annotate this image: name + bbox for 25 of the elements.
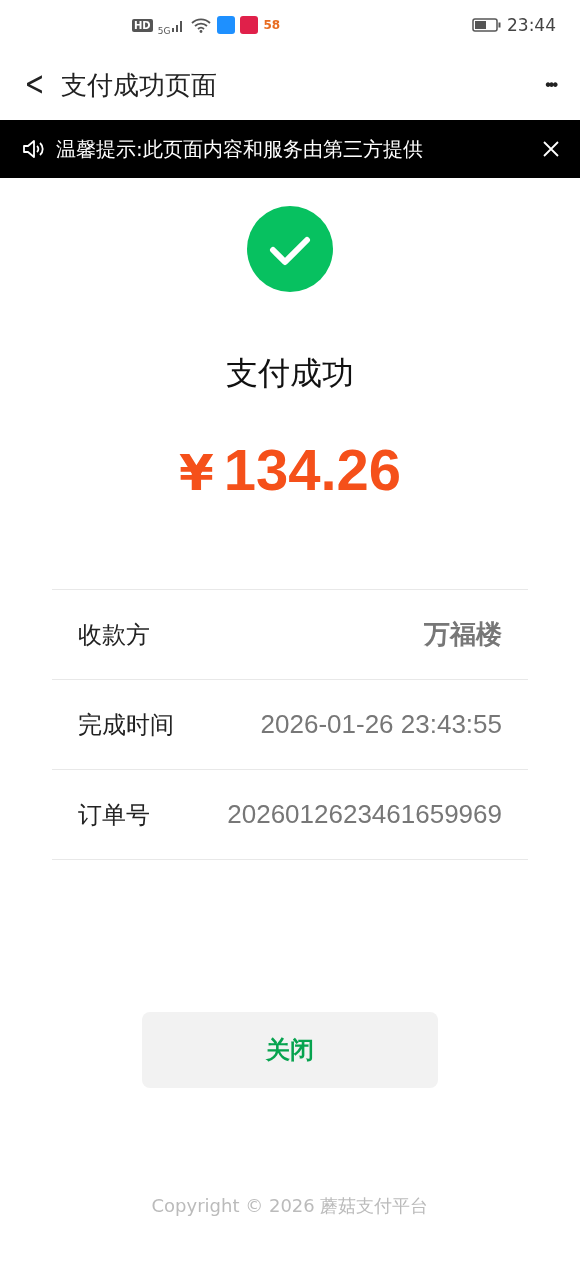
back-button[interactable]: <	[24, 63, 55, 107]
copyright-text: Copyright © 2026 蘑菇支付平台	[150, 1194, 430, 1218]
close-icon[interactable]	[542, 140, 560, 158]
detail-label: 收款方	[78, 619, 150, 651]
wifi-icon	[190, 17, 213, 33]
page-title: 支付成功页面	[60, 68, 218, 102]
detail-label: 完成时间	[78, 709, 174, 741]
more-button[interactable]: •••	[539, 75, 562, 95]
amount-value: 134.26	[223, 436, 402, 503]
currency-symbol: ¥	[178, 444, 214, 502]
notice-text: 温馨提示:此页面内容和服务由第三方提供	[56, 135, 424, 163]
hd-badge: HD	[132, 18, 153, 32]
detail-value: 万福楼	[424, 618, 502, 651]
app-logo: 58	[263, 18, 281, 32]
app-icon	[217, 16, 236, 34]
detail-label: 订单号	[78, 799, 150, 831]
result-title: 支付成功	[226, 353, 354, 394]
success-icon	[247, 206, 333, 292]
network-label: 5G	[157, 26, 171, 36]
detail-value: 2026012623461659969	[227, 799, 502, 830]
app-icon	[240, 16, 259, 34]
clock: 23:44	[507, 15, 556, 35]
detail-value: 2026-01-26 23:43:55	[260, 709, 502, 740]
battery-icon	[472, 18, 502, 32]
speaker-icon	[22, 139, 46, 159]
